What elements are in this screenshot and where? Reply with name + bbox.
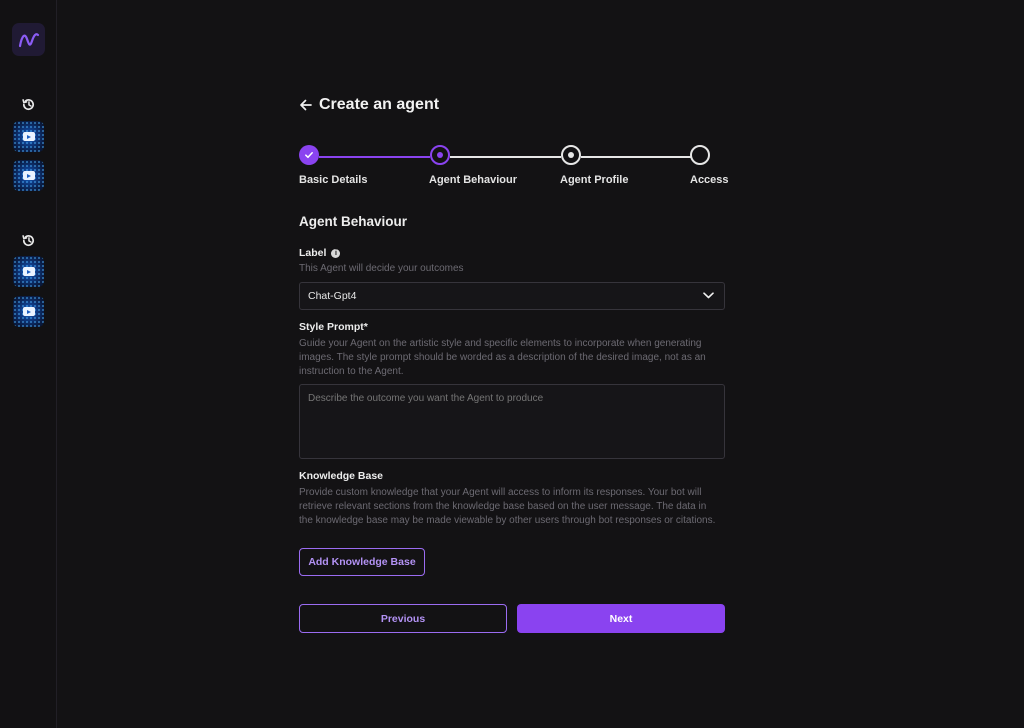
video-thumbnail-icon[interactable] [13,121,44,152]
video-thumbnail-icon[interactable] [13,296,44,327]
step-connector [450,156,561,158]
label-select[interactable]: Chat-Gpt4 [299,282,725,310]
info-icon[interactable]: i [331,248,341,258]
page-header: Create an agent [299,94,439,116]
previous-button[interactable]: Previous [299,604,507,633]
label-field-help: This Agent will decide your outcomes [299,263,464,274]
arrow-left-icon[interactable] [299,98,313,112]
step-connector [581,156,692,158]
step-agent-behaviour-indicator[interactable] [430,145,450,165]
next-button[interactable]: Next [517,604,725,633]
step-label-access: Access [690,174,729,186]
label-select-value: Chat-Gpt4 [308,290,357,302]
step-label-agent-profile: Agent Profile [560,174,629,186]
step-label-basic-details: Basic Details [299,174,368,186]
section-title: Agent Behaviour [299,214,408,229]
style-prompt-label: Style Prompt* [299,321,368,333]
style-prompt-help: Guide your Agent on the artistic style a… [299,338,706,377]
knowledge-base-label: Knowledge Base [299,470,384,482]
video-thumbnail-icon[interactable] [13,160,44,191]
step-agent-profile-indicator[interactable] [561,145,581,165]
sidebar [0,0,57,728]
label-field-label: Label i [299,247,341,259]
knowledge-base-help: Provide custom knowledge that your Agent… [299,487,716,526]
wave-logo-icon[interactable] [12,23,45,56]
step-basic-details-check-icon[interactable] [299,145,319,165]
video-thumbnail-icon[interactable] [13,256,44,287]
label-field-title: Label [299,247,327,259]
stepper: Basic Details Agent Behaviour Agent Prof… [299,145,729,190]
add-knowledge-base-button[interactable]: Add Knowledge Base [299,548,425,576]
page-title: Create an agent [319,96,440,113]
history-icon[interactable] [19,95,37,113]
chevron-down-icon [703,290,714,302]
step-access-indicator[interactable] [690,145,710,165]
step-connector-completed [319,156,430,158]
step-label-agent-behaviour: Agent Behaviour [429,174,518,186]
history-icon[interactable] [19,231,37,249]
style-prompt-textarea[interactable] [299,384,725,459]
